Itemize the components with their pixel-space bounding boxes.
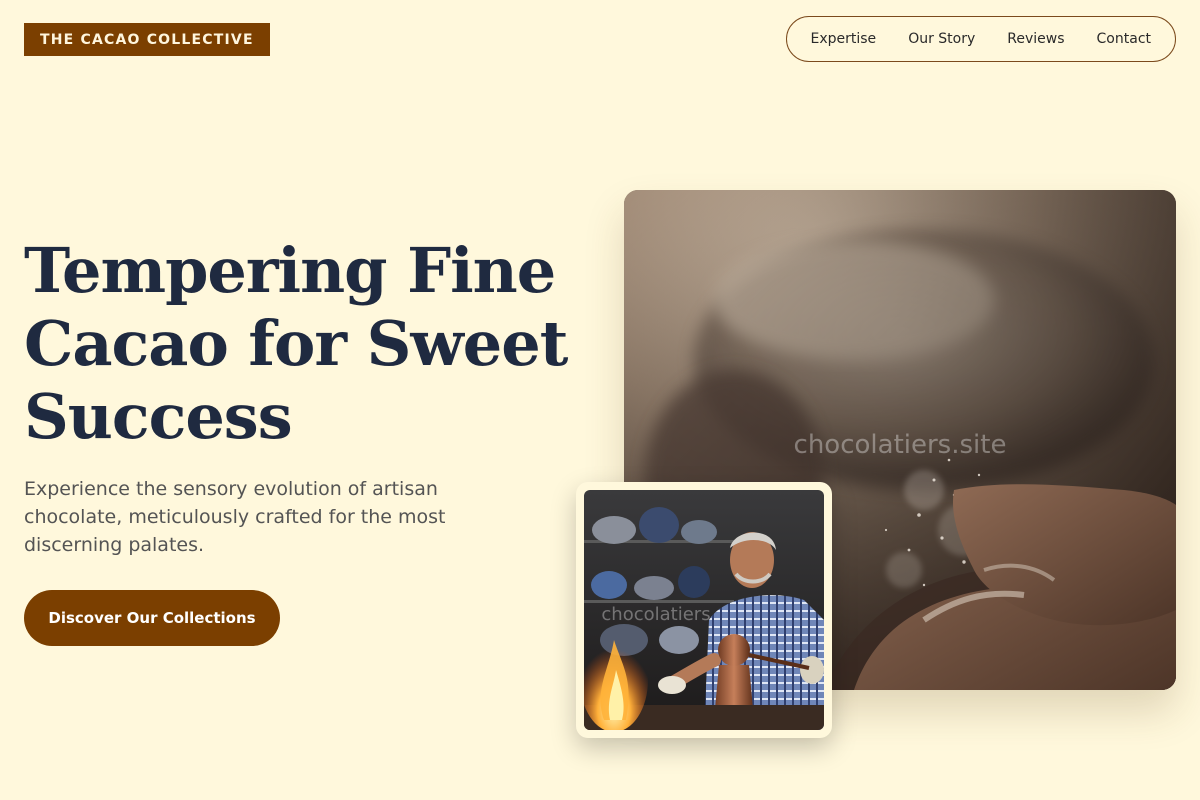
hero-title: Tempering Fine Cacao for Sweet Success <box>24 234 584 453</box>
artisan-at-fire-image: chocolatiers <box>584 490 824 730</box>
nav-item-expertise[interactable]: Expertise <box>811 31 877 47</box>
hero-title-line-2: Cacao for Sweet <box>24 307 568 380</box>
inset-photo-card: chocolatiers <box>576 482 832 738</box>
nav-item-our-story[interactable]: Our Story <box>908 31 975 47</box>
hero-subtitle: Experience the sensory evolution of arti… <box>24 478 446 556</box>
main-nav: Expertise Our Story Reviews Contact <box>785 16 1176 62</box>
brand-logo[interactable]: THE CACAO COLLECTIVE <box>24 23 270 56</box>
nav-item-reviews[interactable]: Reviews <box>1007 31 1064 47</box>
discover-collections-button[interactable]: Discover Our Collections <box>24 590 280 646</box>
nav-item-contact[interactable]: Contact <box>1097 31 1151 47</box>
inset-image-watermark: chocolatiers <box>601 604 710 625</box>
hero-title-line-1: Tempering Fine <box>24 234 556 307</box>
hero-title-line-3: Success <box>24 380 293 453</box>
main-image-watermark: chocolatiers.site <box>794 430 1007 460</box>
page: THE CACAO COLLECTIVE Expertise Our Story… <box>0 0 1200 800</box>
